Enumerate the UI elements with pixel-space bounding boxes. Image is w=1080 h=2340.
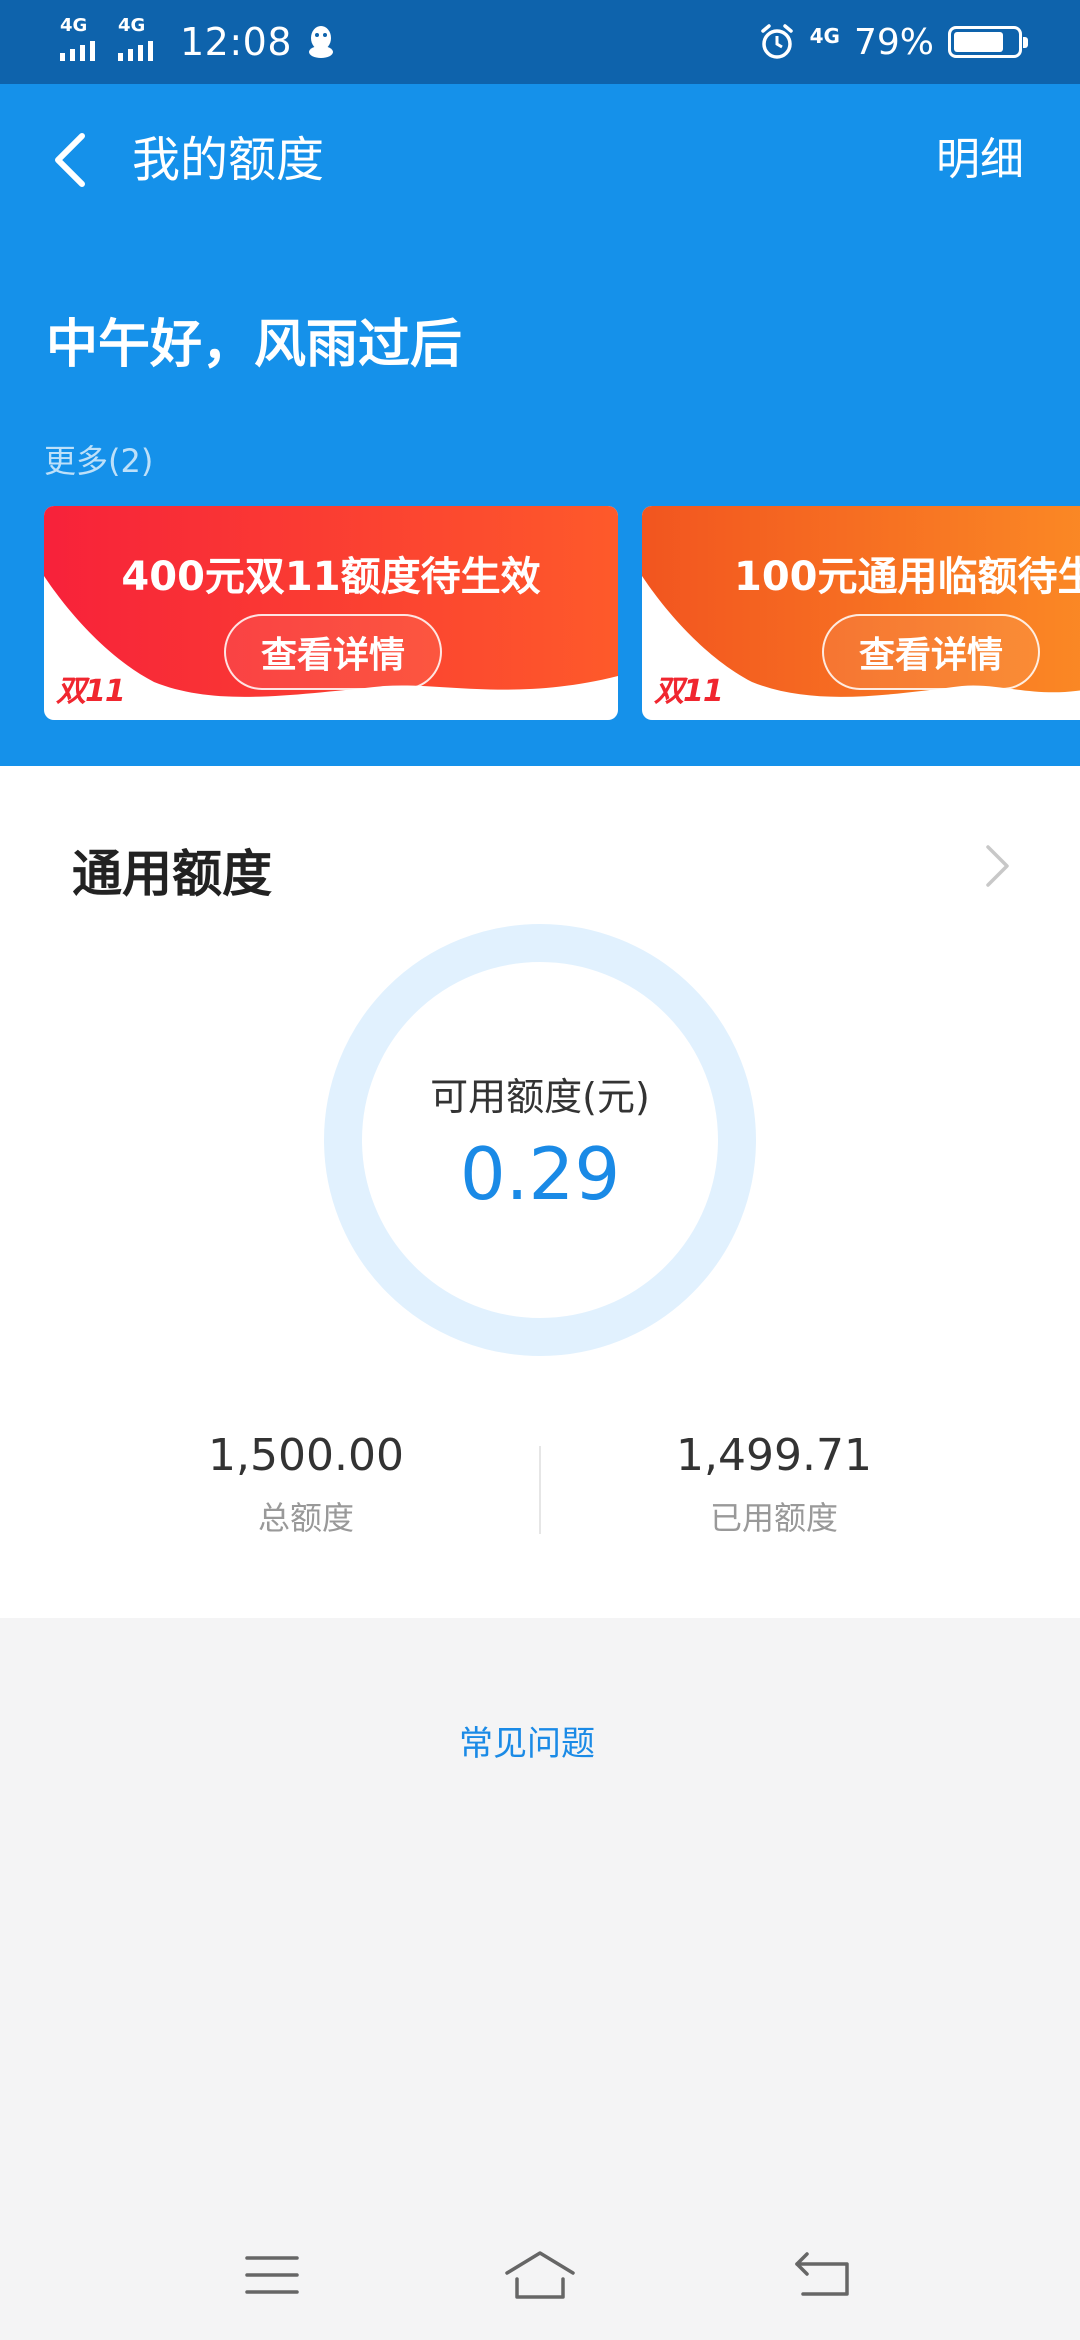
status-bar: 4G 4G 12:08 4G 79% — [0, 0, 1080, 84]
used-credit-value: 1,499.71 — [676, 1430, 872, 1481]
double11-logo: 双11 — [56, 674, 126, 709]
back-button[interactable] — [40, 120, 100, 200]
page-title: 我的额度 — [132, 132, 325, 188]
promo-card[interactable]: 400元双11额度待生效 查看详情 双11 — [44, 506, 618, 720]
available-credit-label: 可用额度(元) — [430, 1075, 650, 1119]
faq-link[interactable]: 常见问题 — [0, 1716, 1054, 1765]
qq-icon — [309, 26, 334, 58]
section-title: 通用额度 — [72, 845, 272, 903]
status-left: 4G 4G 12:08 — [58, 17, 336, 67]
more-promos-link[interactable]: 更多(2) — [44, 436, 153, 482]
promo-title: 400元双11额度待生效 — [121, 554, 541, 600]
menu-icon — [245, 2256, 299, 2294]
sim1-network-label: 4G — [60, 15, 88, 36]
return-icon — [795, 2252, 849, 2296]
total-credit-stat: 1,500.00 总额度 — [96, 1430, 516, 1539]
promo-detail-button[interactable]: 查看详情 — [822, 614, 1040, 690]
sim2-network-label: 4G — [118, 15, 146, 36]
battery-icon — [948, 26, 1028, 58]
signal-icon: 4G — [58, 17, 114, 67]
system-nav-bar — [0, 2210, 1080, 2340]
menu-button[interactable] — [232, 2240, 312, 2310]
total-credit-label: 总额度 — [257, 1499, 354, 1537]
back-arrow-icon — [55, 133, 85, 187]
home-icon — [505, 2251, 575, 2299]
alarm-icon — [760, 24, 793, 59]
double11-logo: 双11 — [654, 674, 724, 709]
used-credit-stat: 1,499.71 已用额度 — [564, 1430, 984, 1539]
total-credit-value: 1,500.00 — [208, 1430, 404, 1481]
home-button[interactable] — [500, 2240, 580, 2310]
chevron-right-icon — [986, 845, 1009, 887]
promo-title: 100元通用临额待生 — [734, 554, 1080, 600]
section-arrow[interactable] — [976, 836, 1020, 896]
detail-button[interactable]: 明细 — [936, 120, 1024, 200]
greeting-text: 中午好，风雨过后 — [46, 315, 463, 375]
back-nav-button[interactable] — [782, 2240, 862, 2310]
used-credit-label: 已用额度 — [709, 1499, 838, 1537]
status-right: 4G 79% — [758, 21, 1028, 63]
network-type-label: 4G — [809, 24, 840, 48]
general-credit-card[interactable]: 通用额度 可用额度(元) 0.29 1,500.00 总额度 1,499.71 … — [0, 766, 1080, 1618]
signal-icon: 4G — [116, 17, 172, 67]
promo-detail-button[interactable]: 查看详情 — [224, 614, 442, 690]
header: 我的额度 明细 中午好，风雨过后 更多(2) 400元双11额度待生效 查看详情… — [0, 84, 1080, 766]
available-credit-value: 0.29 — [459, 1132, 621, 1216]
status-time: 12:08 — [180, 20, 293, 64]
stat-divider — [539, 1446, 541, 1534]
battery-percent: 79% — [853, 21, 934, 63]
promo-card[interactable]: 100元通用临额待生 查看详情 双11 — [642, 506, 1080, 720]
